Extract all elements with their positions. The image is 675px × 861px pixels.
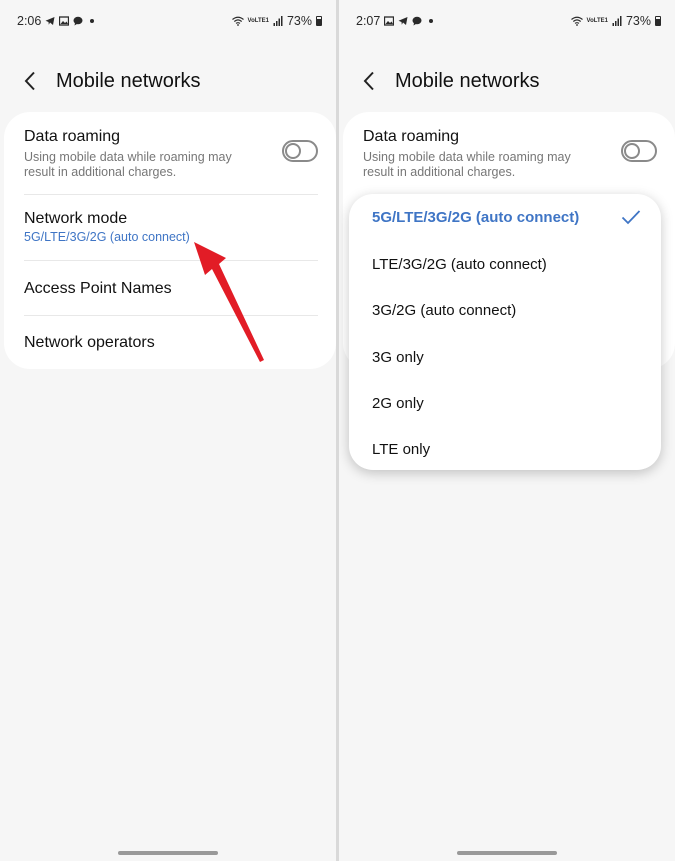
battery-icon — [655, 16, 661, 26]
message-icon — [412, 16, 422, 26]
message-icon — [73, 16, 83, 26]
option-label: 2G only — [372, 394, 424, 412]
wifi-icon — [231, 16, 244, 26]
home-indicator[interactable] — [457, 851, 557, 855]
annotation-arrow-icon — [194, 242, 264, 362]
network-mode-option[interactable]: 3G only — [372, 342, 641, 372]
status-bar: 2:07 VoLTE1 73% — [356, 12, 661, 30]
wifi-icon — [570, 16, 583, 26]
toggle-knob — [285, 143, 301, 159]
option-label: 3G only — [372, 348, 424, 366]
status-bar: 2:06 VoLTE1 73% — [17, 12, 322, 30]
page-title: Mobile networks — [56, 69, 201, 92]
option-label: LTE only — [372, 440, 431, 458]
page-header: Mobile networks — [361, 64, 540, 98]
telegram-icon — [45, 17, 55, 25]
back-button[interactable] — [361, 64, 377, 98]
back-arrow-icon — [363, 71, 374, 91]
data-roaming-row[interactable]: Data roaming Using mobile data while roa… — [24, 128, 318, 196]
network-mode-option[interactable]: 5G/LTE/3G/2G (auto connect) — [372, 202, 641, 232]
toggle-knob — [624, 143, 640, 159]
notification-dot-icon — [90, 19, 95, 23]
network-mode-option[interactable]: LTE/3G/2G (auto connect) — [372, 249, 641, 279]
battery-percent: 73% — [286, 14, 312, 28]
option-label: LTE/3G/2G (auto connect) — [372, 255, 547, 273]
signal-icon — [612, 16, 622, 26]
telegram-icon — [398, 17, 408, 25]
network-mode-option[interactable]: 2G only — [372, 388, 641, 418]
back-button[interactable] — [22, 64, 38, 98]
signal-icon — [273, 16, 283, 26]
network-mode-option[interactable]: LTE only — [372, 434, 641, 464]
data-roaming-subtitle: Using mobile data while roaming may resu… — [363, 150, 571, 179]
checkmark-icon — [621, 210, 641, 225]
data-roaming-title: Data roaming — [24, 128, 121, 145]
right-screen: 2:07 VoLTE1 73% Mobile networks Data roa… — [339, 0, 675, 861]
data-roaming-subtitle: Using mobile data while roaming may resu… — [24, 150, 232, 179]
notification-dot-icon — [429, 19, 434, 23]
home-indicator[interactable] — [118, 851, 218, 855]
screens-container: 2:06 VoLTE1 73% Mobile networks Data roa… — [0, 0, 675, 861]
back-arrow-icon — [24, 71, 35, 91]
volte-indicator: VoLTE1 — [586, 18, 608, 24]
gallery-icon — [59, 16, 70, 26]
left-screen: 2:06 VoLTE1 73% Mobile networks Data roa… — [0, 0, 336, 861]
status-time: 2:06 — [17, 14, 42, 28]
divider — [24, 194, 318, 195]
page-title: Mobile networks — [395, 69, 540, 92]
settings-card: Data roaming Using mobile data while roa… — [4, 112, 336, 369]
gallery-icon — [384, 16, 395, 26]
option-label: 5G/LTE/3G/2G (auto connect) — [372, 208, 580, 226]
data-roaming-toggle[interactable] — [621, 140, 657, 162]
page-header: Mobile networks — [22, 64, 201, 98]
battery-percent: 73% — [625, 14, 651, 28]
data-roaming-toggle[interactable] — [282, 140, 318, 162]
option-label: 3G/2G (auto connect) — [372, 301, 517, 319]
data-roaming-row[interactable]: Data roaming Using mobile data while roa… — [363, 128, 657, 196]
battery-icon — [316, 16, 322, 26]
status-time: 2:07 — [356, 14, 381, 28]
volte-indicator: VoLTE1 — [247, 18, 269, 24]
network-mode-popup: 5G/LTE/3G/2G (auto connect) LTE/3G/2G (a… — [349, 194, 661, 470]
network-mode-option[interactable]: 3G/2G (auto connect) — [372, 295, 641, 325]
network-mode-title: Network mode — [24, 210, 128, 227]
data-roaming-title: Data roaming — [363, 128, 460, 145]
